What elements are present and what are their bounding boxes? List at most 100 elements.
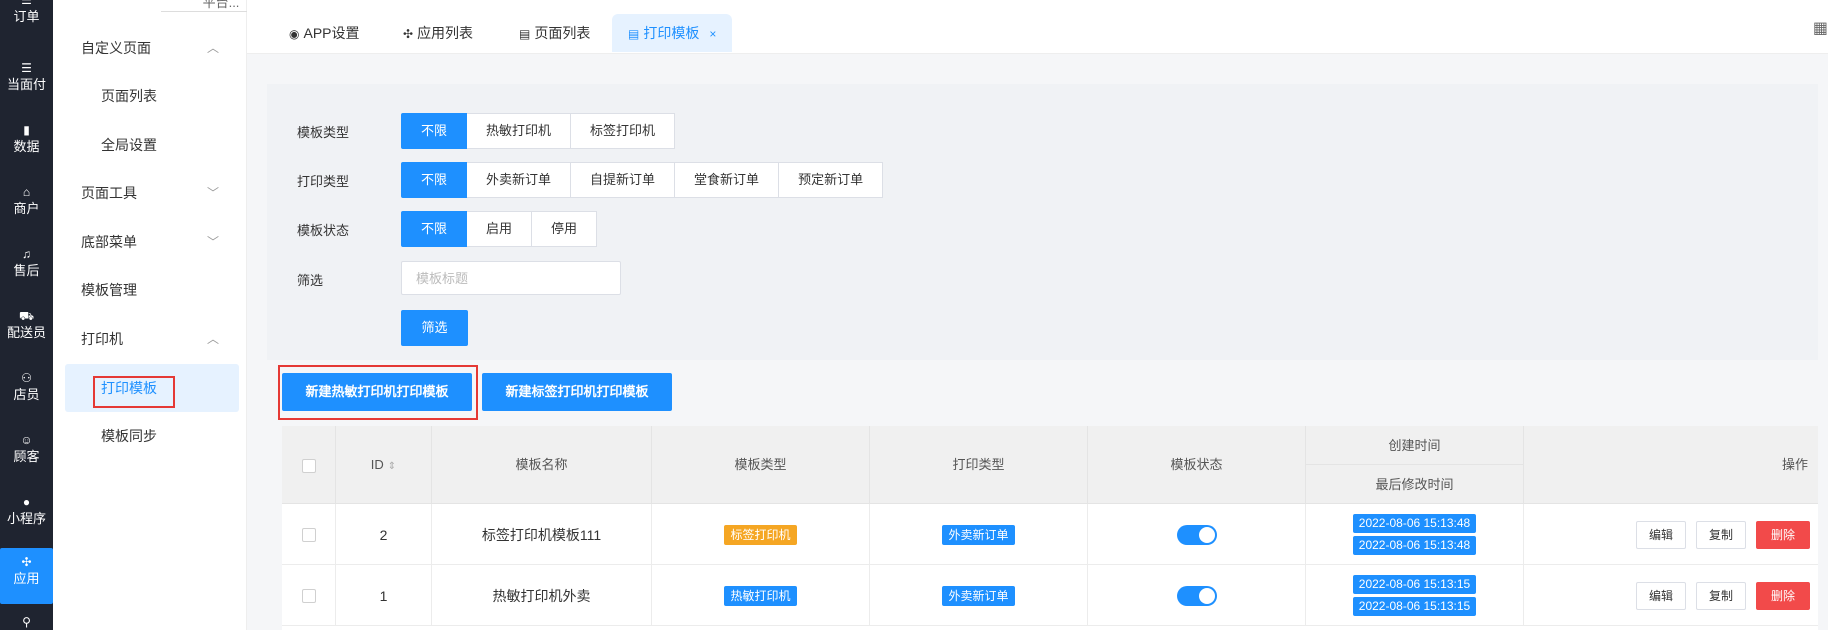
rail-item-data[interactable]: ▮ 数据 [0,124,53,155]
rail-label: 应用 [13,571,40,586]
header-modified: 最后修改时间 [1375,477,1454,492]
header-ops: 操作 [1781,457,1808,472]
table-row: 2 标签打印机模板111 标签打印机 外卖新订单 2022-08-06 15:1… [282,504,1818,565]
cell-id: 1 [336,565,432,626]
template-type-segment: 不限 热敏打印机 标签打印机 [401,113,676,149]
menu-printer[interactable]: 打印机 ︿ [53,315,247,363]
print-type-segment: 不限 外卖新订单 自提新订单 堂食新订单 预定新订单 [401,162,884,198]
users-icon: ⚇ [21,371,32,385]
row-checkbox-cell [282,565,336,626]
wechat-icon: ● [22,495,31,509]
tab-print-template[interactable]: ▤ 打印模板 × [612,14,733,52]
print-type-badge: 外卖新订单 [942,585,1015,606]
header-template-type: 模板类型 [652,426,870,504]
row-checkbox[interactable] [301,527,316,542]
print-type-option[interactable]: 外卖新订单 [467,162,572,198]
tab-app-list[interactable]: ✣ 应用列表 [387,14,489,52]
chevron-down-icon: ﹀ [206,235,219,249]
rail-label: 配送员 [6,325,46,340]
cell-id: 2 [336,504,432,565]
rail-label: 商户 [13,201,40,216]
page-icon: ▤ [628,27,640,41]
menu-custom-page[interactable]: 自定义页面 ︿ [53,24,247,72]
menu-global-settings[interactable]: 全局设置 [53,121,247,169]
rail-item-after-sales[interactable]: ♫ 售后 [0,248,53,279]
menu-bottom-menu[interactable]: 底部菜单 ﹀ [53,218,247,266]
modified-time: 2022-08-06 15:13:48 [1352,536,1477,555]
rail-item-face-pay[interactable]: ☰ 当面付 [0,62,53,93]
template-type-option[interactable]: 标签打印机 [571,113,676,149]
tab-page-list[interactable]: ▤ 页面列表 [503,14,606,52]
template-title-search-input[interactable] [401,261,621,295]
tab-label: 应用列表 [417,25,474,41]
rail-label: 顾客 [13,449,40,464]
template-table: ID ⇕ 模板名称 模板类型 打印类型 模板状态 创建时间 最后修改时间 操作 2… [282,426,1818,630]
template-type-option[interactable]: 热敏打印机 [467,113,572,149]
table-header: ID ⇕ 模板名称 模板类型 打印类型 模板状态 创建时间 最后修改时间 操作 [282,426,1818,504]
list-icon: ☰ [21,0,32,7]
rail-item-courier[interactable]: ⛟ 配送员 [0,310,53,341]
sort-icon[interactable]: ⇕ [388,461,396,472]
status-toggle[interactable] [1176,585,1217,606]
tab-app-settings[interactable]: ◉ APP设置 [273,14,376,52]
print-type-option[interactable]: 自提新订单 [571,162,676,198]
menu-label: 页面工具 [81,185,137,201]
filter-label-template-status: 模板状态 [297,223,350,238]
print-type-option[interactable]: 不限 [401,162,468,198]
header-status: 模板状态 [1088,426,1306,504]
copy-button[interactable]: 复制 [1695,581,1746,610]
status-toggle[interactable] [1176,524,1217,545]
print-type-badge: 外卖新订单 [942,524,1015,545]
header-name: 模板名称 [432,426,652,504]
menu-template-sync[interactable]: 模板同步 [53,412,247,460]
app-rail: ☰ 订单 ☰ 当面付 ▮ 数据 ⌂ 商户 ♫ 售后 ⛟ 配送员 ⚇ 店员 ☺ 顾客 ● 小程序 ✣… [0,0,53,630]
cell-status [1088,565,1306,626]
modified-time: 2022-08-06 15:13:15 [1352,597,1477,616]
delete-button[interactable]: 删除 [1755,520,1810,549]
edit-button[interactable]: 编辑 [1635,581,1686,610]
row-checkbox[interactable] [301,588,316,603]
cell-print-type: 外卖新订单 [870,565,1088,626]
tab-bar: ◉ APP设置 ✣ 应用列表 ▤ 页面列表 ▤ 打印模板 × ▦ [247,0,1828,54]
header-id[interactable]: ID ⇕ [336,426,432,504]
rail-label: 售后 [13,263,40,278]
menu-label: 打印机 [81,331,123,347]
rail-item-more[interactable]: ⚲ [0,616,53,630]
cell-ops: 编辑 复制 删除 [1524,565,1818,626]
select-all-checkbox[interactable] [301,458,316,473]
template-type-option[interactable]: 不限 [401,113,468,149]
edit-button[interactable]: 编辑 [1635,520,1686,549]
header-label: ID [370,457,384,472]
delete-button[interactable]: 删除 [1755,581,1810,610]
rail-label: 小程序 [6,511,46,526]
template-status-option[interactable]: 不限 [401,211,468,247]
tab-label: 打印模板 [643,25,700,41]
close-icon[interactable]: × [709,27,716,41]
menu-template-manage[interactable]: 模板管理 [53,266,247,314]
menu-page-list[interactable]: 页面列表 [53,72,247,120]
print-type-option[interactable]: 预定新订单 [779,162,884,198]
scooter-icon: ⛟ [18,309,35,323]
filter-submit-button[interactable]: 筛选 [401,310,468,346]
copy-button[interactable]: 复制 [1695,520,1746,549]
rail-item-staff[interactable]: ⚇ 店员 [0,372,53,403]
apps-icon: ✣ [21,555,32,569]
chevron-up-icon: ︿ [206,332,219,346]
print-type-option[interactable]: 堂食新订单 [675,162,780,198]
template-status-option[interactable]: 停用 [532,211,598,247]
rail-item-mini-program[interactable]: ● 小程序 [0,496,53,527]
headset-icon: ♫ [22,247,31,261]
smile-icon: ☺ [20,433,33,447]
new-label-template-button[interactable]: 新建标签打印机打印模板 [482,373,672,411]
template-status-option[interactable]: 启用 [467,211,533,247]
filter-label-template-type: 模板类型 [297,125,350,140]
rail-item-customers[interactable]: ☺ 顾客 [0,434,53,465]
menu-page-tools[interactable]: 页面工具 ﹀ [53,169,247,217]
rail-item-merchant[interactable]: ⌂ 商户 [0,186,53,217]
page-icon: ▤ [519,27,531,41]
chevron-down-icon: ﹀ [206,186,219,200]
grid-icon[interactable]: ▦ [1813,18,1828,38]
rail-item-apps[interactable]: ✣ 应用 [0,548,53,604]
rail-item-orders[interactable]: ☰ 订单 [0,0,53,25]
template-type-badge: 标签打印机 [724,524,797,545]
